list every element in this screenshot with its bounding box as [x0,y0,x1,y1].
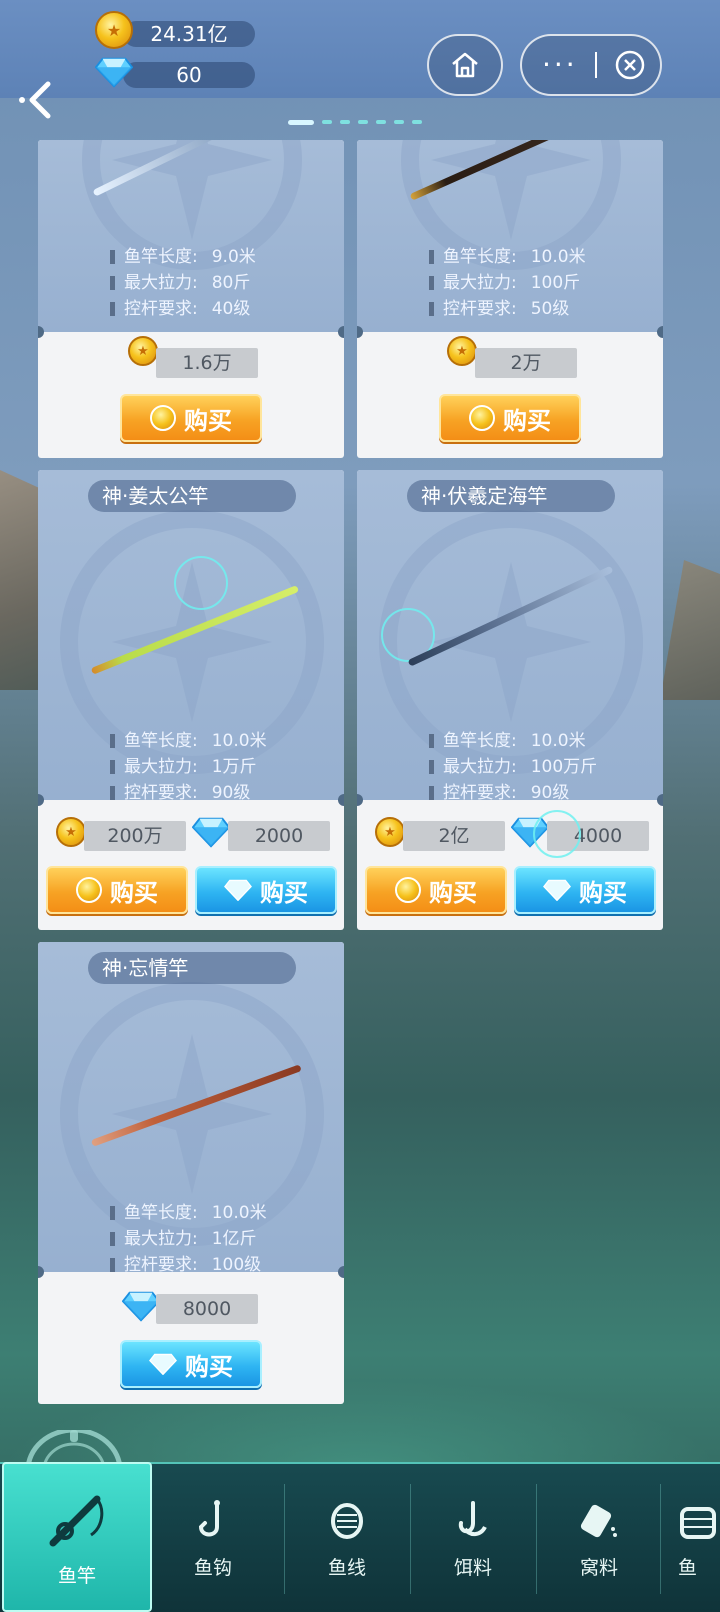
gold-coin-icon [395,877,421,903]
tab-fish[interactable]: 鱼 [666,1464,720,1612]
gold-coin-icon: ★ [56,817,86,847]
target-ring [174,556,228,610]
rod-title: 神·姜太公竿 [88,480,296,512]
page-dot [412,120,422,124]
gem-amount: 60 [123,62,255,88]
rod-card-display: 神·姜太公竿 鱼竿长度: 10.0米 最大拉力: 1万斤 控杆要求: 90级 [38,470,344,800]
gold-coin-icon: ★ [95,11,133,49]
background-mountain [660,560,720,700]
gold-coin-icon [150,405,176,431]
fish-hook-icon [198,1499,220,1536]
rod-card: 鱼竿长度: 9.0米 最大拉力: 80斤 控杆要求: 40级 ★ 1.6万 购买 [38,140,344,458]
gold-price: 2亿 [403,821,505,851]
rod-card-display: 神·忘情竿 鱼竿长度: 10.0米 最大拉力: 1亿斤 控杆要求: 100级 [38,942,344,1272]
rod-card: 神·忘情竿 鱼竿长度: 10.0米 最大拉力: 1亿斤 控杆要求: 100级 8000… [38,942,344,1404]
diamond-icon [224,879,252,901]
tab-line[interactable]: 鱼线 [288,1464,406,1612]
rod-stats: 鱼竿长度: 10.0米 最大拉力: 100万斤 控杆要求: 90级 [429,728,597,800]
rod-card-display: 神·伏羲定海竿 鱼竿长度: 10.0米 最大拉力: 100万斤 控杆要求: 90级 [357,470,663,800]
target-ring [533,810,581,858]
rod-card: 鱼竿长度: 10.0米 最大拉力: 100斤 控杆要求: 50级 ★ 2万 购买 [357,140,663,458]
buy-gold-button[interactable]: 购买 [365,866,507,914]
tab-hook[interactable]: 鱼钩 [154,1464,272,1612]
rod-stats: 鱼竿长度: 10.0米 最大拉力: 1亿斤 控杆要求: 100级 [110,1200,267,1272]
gold-price: 2万 [475,348,577,378]
buy-gold-button[interactable]: 购买 [46,866,188,914]
back-arrow-icon[interactable] [16,78,60,122]
buy-gem-button[interactable]: 购买 [195,866,337,914]
rod-title: 神·伏羲定海竿 [407,480,615,512]
tab-bait[interactable]: 饵料 [414,1464,532,1612]
gem-balance: 60 [95,57,260,88]
diamond-icon [543,879,571,901]
capsule-divider [594,52,597,78]
page-dot [394,120,404,124]
fish-basket-icon [680,1506,716,1539]
page-indicator [288,119,422,125]
tab-label: 窝料 [579,1556,618,1579]
gold-amount: 24.31亿 [123,21,255,47]
home-icon [452,52,478,78]
close-circle-icon[interactable] [614,49,646,81]
more-dots-icon[interactable]: ··· [542,51,578,79]
gold-balance: 24.31亿 ★ [95,11,260,49]
rod-card: 神·伏羲定海竿 鱼竿长度: 10.0米 最大拉力: 100万斤 控杆要求: 90级 ★… [357,470,663,930]
tab-label: 鱼 [678,1556,698,1579]
rod-card: 神·姜太公竿 鱼竿长度: 10.0米 最大拉力: 1万斤 控杆要求: 90级 ★ 20… [38,470,344,930]
gold-price: 1.6万 [156,348,258,378]
rod-stats: 鱼竿长度: 10.0米 最大拉力: 100斤 控杆要求: 50级 [429,244,586,322]
gold-coin-icon [76,877,102,903]
buy-gold-button[interactable]: 购买 [120,394,262,442]
tab-rod[interactable]: 鱼竿 [2,1462,152,1612]
gem-price: 8000 [156,1294,258,1324]
gold-coin-icon [469,405,495,431]
rod-title: 神·忘情竿 [88,952,296,984]
bottom-tab-bar: 鱼竿 鱼钩 鱼线 饵料 窝料 鱼 [0,1462,720,1612]
diamond-icon [122,1290,160,1322]
bait-icon [458,1500,487,1536]
buy-gem-button[interactable]: 购买 [514,866,656,914]
rod-stats: 鱼竿长度: 9.0米 最大拉力: 80斤 控杆要求: 40级 [110,244,256,322]
rod-card-display: 鱼竿长度: 9.0米 最大拉力: 80斤 控杆要求: 40级 [38,140,344,332]
diamond-icon [149,1353,177,1375]
diamond-icon [95,56,133,88]
diamond-icon [192,816,230,848]
top-header: 24.31亿 ★ 60 ··· [0,0,720,98]
page-dot [322,120,332,124]
capsule-menu: ··· [520,34,662,96]
page-dot-active [288,119,314,125]
gold-coin-icon: ★ [128,336,158,366]
rod-stats: 鱼竿长度: 10.0米 最大拉力: 1万斤 控杆要求: 90级 [110,728,267,800]
fishing-rod-icon [49,1495,104,1546]
gem-price: 2000 [228,821,330,851]
page-dot [340,120,350,124]
buy-gem-button[interactable]: 购买 [120,1340,262,1388]
tab-label: 饵料 [453,1556,492,1579]
gold-price: 200万 [84,821,186,851]
page-dot [358,120,368,124]
home-button[interactable] [427,34,503,96]
fishing-line-spool-icon [331,1502,363,1539]
gold-coin-icon: ★ [375,817,405,847]
tab-label: 鱼竿 [57,1564,96,1587]
groundbait-bag-icon [580,1504,617,1537]
tab-label: 鱼线 [327,1556,366,1579]
buy-gold-button[interactable]: 购买 [439,394,581,442]
gold-coin-icon: ★ [447,336,477,366]
rod-card-display: 鱼竿长度: 10.0米 最大拉力: 100斤 控杆要求: 50级 [357,140,663,332]
page-dot [376,120,386,124]
tab-groundbait[interactable]: 窝料 [540,1464,658,1612]
tab-label: 鱼钩 [193,1556,232,1579]
